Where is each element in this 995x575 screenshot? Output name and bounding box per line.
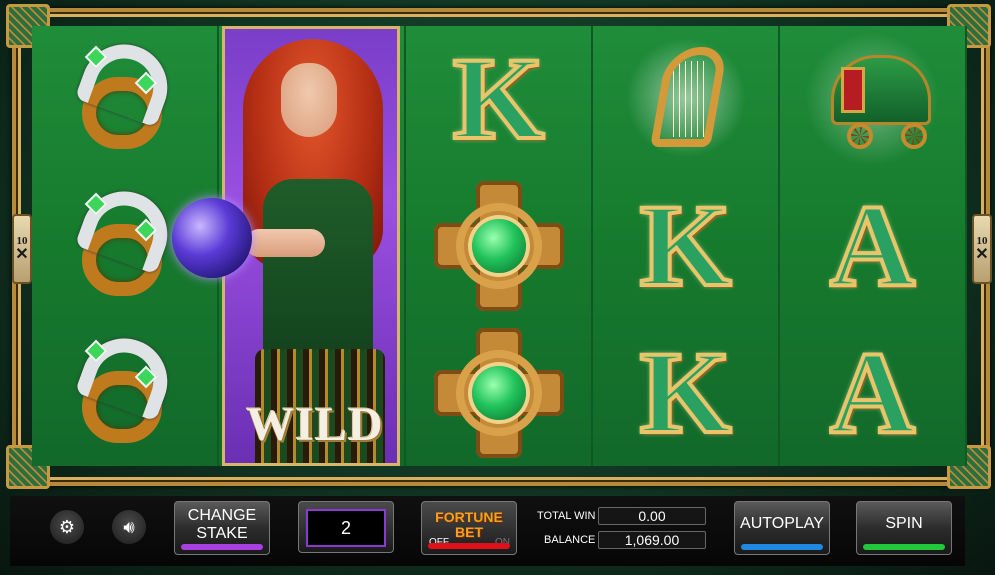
autoplay-accent (741, 544, 823, 550)
reel-3: K (406, 26, 593, 466)
letter-k: K (638, 180, 734, 311)
horseshoe-ring-icon (70, 32, 180, 159)
autoplay-label: AUTOPLAY (740, 515, 824, 532)
horseshoe-ring-icon (70, 179, 180, 306)
crystal-ball-icon (172, 198, 252, 278)
fortune-teller-face (281, 63, 337, 137)
settings-button[interactable]: ⚙ (50, 510, 84, 544)
caravan-icon (796, 29, 947, 169)
wild-label: WILD (246, 398, 384, 451)
fortune-bet-title: FORTUNE BET (422, 510, 516, 540)
total-win-value: 0.00 (598, 507, 706, 525)
spin-accent (863, 544, 945, 550)
symbol-celtic-cross (406, 320, 591, 466)
symbol-horseshoe-ring (32, 320, 217, 466)
symbol-a: A (780, 320, 965, 466)
fortune-bet-switch-track (428, 543, 510, 549)
fortune-bet-label-line2: BET (455, 524, 483, 540)
paylines-symbol: ✕ (15, 246, 29, 263)
symbol-k: K (593, 173, 778, 319)
symbol-horseshoe-ring (32, 26, 217, 172)
letter-k: K (451, 33, 547, 164)
spin-button[interactable]: SPIN (856, 501, 952, 555)
letter-a: A (828, 180, 917, 311)
change-stake-label-line1: CHANGE (187, 507, 257, 524)
symbol-k: K (593, 320, 778, 466)
reels-area: K K K A A WILD (32, 26, 967, 466)
gear-icon: ⚙ (58, 516, 76, 538)
horseshoe-ring-icon (70, 326, 180, 453)
autoplay-button[interactable]: AUTOPLAY (734, 501, 830, 555)
slot-game: 10 ✕ 10 ✕ K K K A A WILD ⚙ 🔊︎ CHANGE STA… (0, 0, 995, 575)
symbol-a: A (780, 173, 965, 319)
symbol-harp (593, 26, 778, 172)
control-bar: ⚙ 🔊︎ CHANGE STAKE 2 FORTUNE BET OFF ON T… (10, 496, 965, 566)
change-stake-label-line2: STAKE (196, 525, 248, 542)
stake-value: 2 (306, 509, 386, 547)
speaker-icon: 🔊︎ (123, 516, 135, 538)
change-stake-accent (181, 544, 263, 550)
harp-icon (620, 33, 751, 163)
paylines-badge-left: 10 ✕ (12, 214, 32, 284)
celtic-cross-icon (433, 181, 564, 311)
balance-value: 1,069.00 (598, 531, 706, 549)
total-win-label: TOTAL WIN (537, 510, 596, 522)
letter-a: A (828, 327, 917, 458)
sound-button[interactable]: 🔊︎ (112, 510, 146, 544)
paylines-symbol: ✕ (975, 246, 989, 263)
paylines-badge-right: 10 ✕ (972, 214, 992, 284)
fortune-teller-arm (245, 229, 325, 257)
symbol-celtic-cross (406, 173, 591, 319)
spin-label: SPIN (885, 515, 923, 532)
fortune-bet-label-line1: FORTUNE (435, 509, 503, 525)
letter-k: K (638, 327, 734, 458)
change-stake-button[interactable]: CHANGE STAKE (174, 501, 270, 555)
fortune-bet-toggle[interactable]: FORTUNE BET OFF ON (421, 501, 517, 555)
symbol-k: K (406, 26, 591, 172)
balance-label: BALANCE (544, 534, 596, 546)
symbol-caravan (780, 26, 965, 172)
reel-5: A A (780, 26, 967, 466)
stake-display: 2 (298, 501, 394, 553)
celtic-cross-icon (433, 328, 564, 458)
reel-4: K K (593, 26, 780, 466)
